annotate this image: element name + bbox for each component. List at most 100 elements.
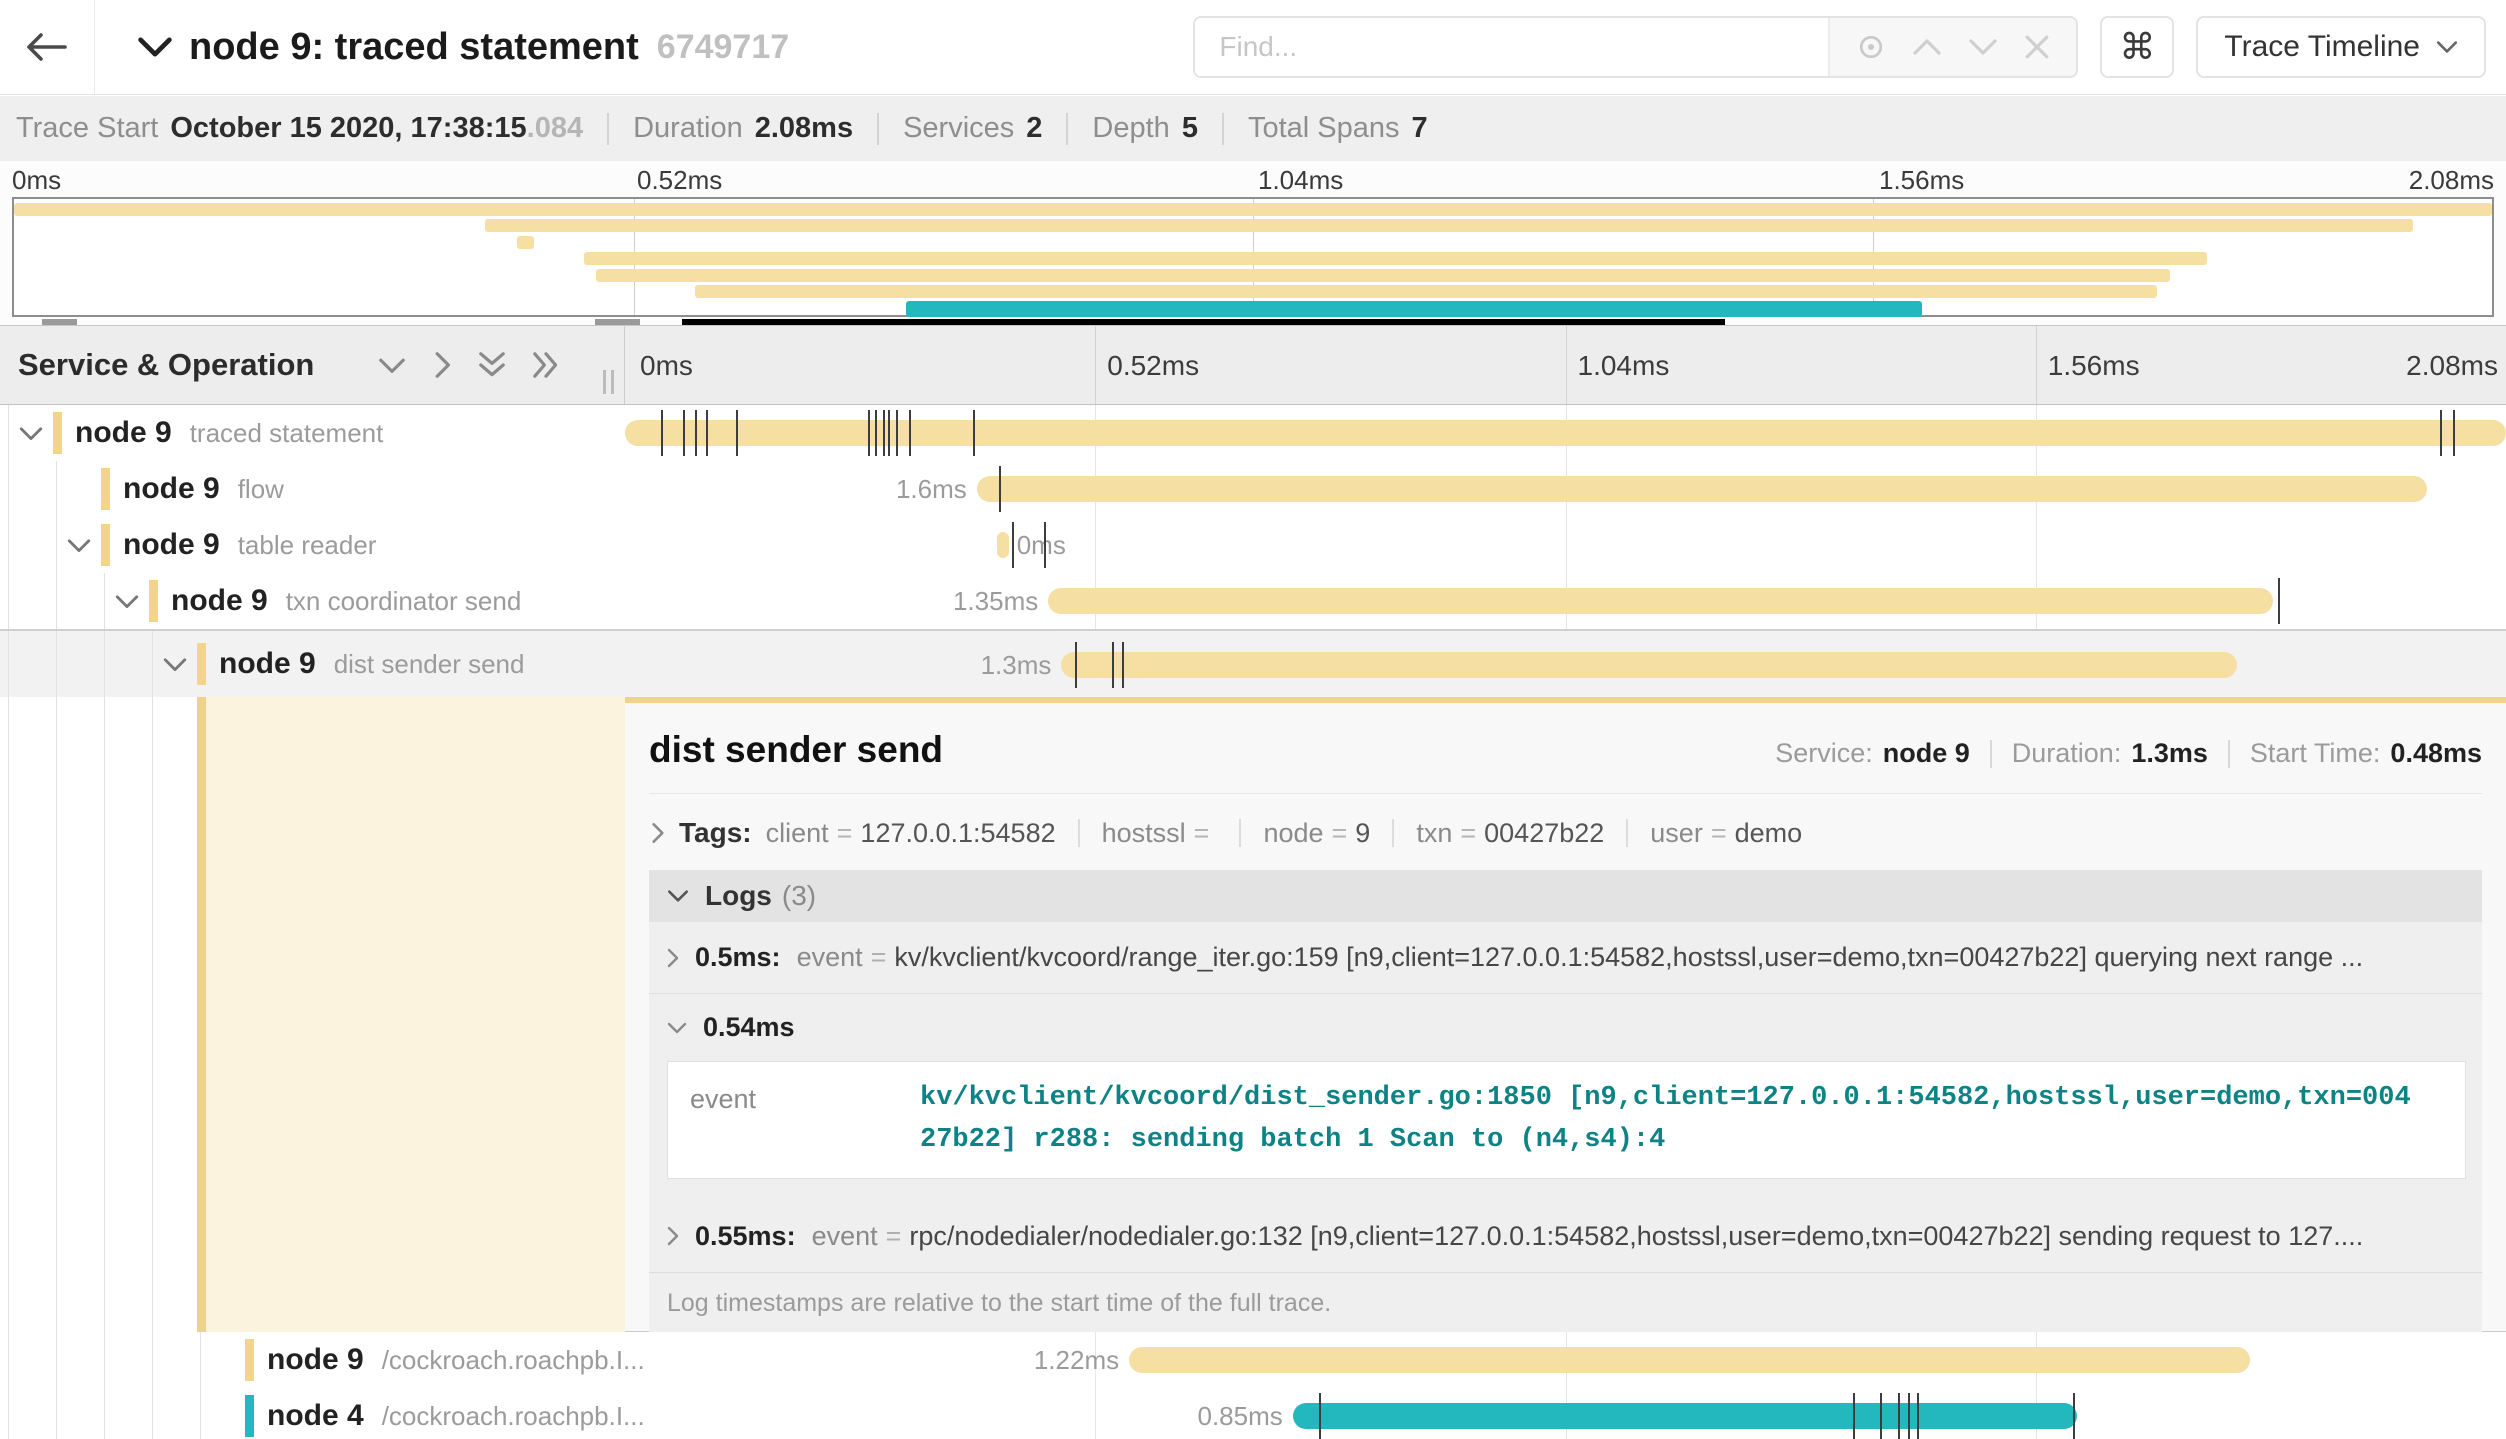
span-detail-indent-column [0,697,625,1332]
column-resizer-handle[interactable] [603,370,614,394]
indent-guide [8,1388,9,1439]
timeline-ticks-header: 0ms 0.52ms 1.04ms 1.56ms 2.08ms [625,326,2506,404]
span-duration-label: 1.22ms [1034,1332,1129,1388]
span-color-bar [245,1395,254,1437]
span-event-tick [1853,1393,1855,1439]
indent-guide [200,1388,201,1439]
span-row-table-reader[interactable]: node 9table reader 0ms [0,517,2506,573]
span-duration-bar[interactable] [1048,588,2273,614]
indent-guide [104,697,105,1332]
selected-span-highlight-column [206,697,625,1332]
span-tree-cell[interactable]: node 4/cockroach.roachpb.I... [0,1388,625,1439]
span-bar-cell[interactable] [625,405,2506,461]
span-tree-cell[interactable]: node 9dist sender send [0,631,625,697]
log-field-key: event [668,1078,920,1162]
find-previous-button[interactable] [1912,36,1942,58]
trace-start-value: October 15 2020, 17:38:15 [170,112,526,145]
tag-value: 127.0.0.1:54582 [860,818,1055,849]
span-tree-cell[interactable]: node 9table reader [0,517,625,573]
logs-section: Logs (3) 0.5ms: event = kv/kvclient/kvco… [649,870,2482,1334]
span-row-node4-rpc[interactable]: node 4/cockroach.roachpb.I... 0.85ms [0,1388,2506,1439]
minimap-tick: 1.56ms [1879,165,1964,196]
span-row-traced-statement[interactable]: node 9traced statement [0,405,2506,461]
log-field-key: event [812,1221,878,1252]
log-entry-row-expanded[interactable]: 0.54ms [649,994,2482,1057]
tag-value: 00427b22 [1484,818,1604,849]
log-entry-row[interactable]: 0.5ms: event = kv/kvclient/kvcoord/range… [649,922,2482,994]
services-label: Services [903,112,1014,145]
log-entry-row[interactable]: 0.55ms: event = rpc/nodedialer/nodediale… [649,1201,2482,1272]
duration-label: Duration: [2012,738,2122,769]
span-bar-cell[interactable]: 0.85ms [625,1388,2506,1439]
chevron-down-icon[interactable] [65,535,93,555]
span-tree-cell[interactable]: node 9traced statement [0,405,625,461]
span-row-txn-coordinator-send[interactable]: node 9txn coordinator send 1.35ms [0,573,2506,629]
match-case-icon[interactable] [1856,32,1886,62]
collapse-all-icon[interactable] [476,349,508,381]
span-event-tick [1122,642,1124,688]
back-button[interactable] [0,0,95,94]
span-duration-bar[interactable] [977,476,2427,502]
indent-guide [8,517,9,573]
span-tree-cell[interactable]: node 9txn coordinator send [0,573,625,629]
span-duration-bar[interactable] [1293,1403,2077,1429]
start-time-value: 0.48ms [2390,738,2482,769]
span-bar-cell[interactable]: 1.22ms [625,1332,2506,1388]
tags-toggle-row[interactable]: Tags: client=127.0.0.1:54582 hostssl= no… [649,810,2482,856]
span-duration-bar[interactable] [1061,652,2237,678]
span-duration-bar[interactable] [997,532,1008,558]
timeline-tick: 1.56ms [2048,350,2140,382]
keyboard-shortcuts-button[interactable]: ⌘ [2100,16,2174,78]
span-color-bar [197,643,206,685]
log-fields-table: event kv/kvclient/kvcoord/dist_sender.go… [667,1061,2466,1179]
clear-find-button[interactable] [2024,34,2050,60]
span-tree-cell[interactable]: node 9flow [0,461,625,517]
logs-count: (3) [782,880,816,912]
span-event-tick [1908,1393,1910,1439]
tag-key: hostssl [1102,818,1186,849]
span-duration-bar[interactable] [625,420,2506,446]
span-duration-bar[interactable] [1129,1347,2250,1373]
span-event-tick [2073,1393,2075,1439]
log-timestamp: 0.55ms: [695,1221,796,1252]
trace-start-ms-suffix: .084 [527,112,583,145]
expand-one-icon[interactable] [430,349,454,381]
indent-guide [8,573,9,629]
expand-all-icon[interactable] [530,349,562,381]
tag-value: demo [1735,818,1803,849]
timeline-tick: 0ms [640,350,693,382]
minimap-tick: 0ms [12,165,61,196]
span-bar-cell[interactable]: 1.6ms [625,461,2506,517]
minimap-canvas[interactable] [12,197,2494,317]
indent-guide [56,1332,57,1388]
chevron-down-icon [137,34,173,60]
span-event-tick [999,466,1001,512]
trace-view-label: Trace Timeline [2224,30,2420,64]
chevron-down-icon[interactable] [161,654,189,674]
collapse-one-icon[interactable] [376,349,408,381]
service-operation-title: Service & Operation [18,347,314,383]
span-bar-cell[interactable]: 1.35ms [625,573,2506,629]
service-operation-header: Service & Operation [0,326,625,404]
chevron-down-icon [665,887,691,905]
trace-view-selector[interactable]: Trace Timeline [2196,16,2486,78]
logs-toggle-header[interactable]: Logs (3) [649,870,2482,922]
span-row-node9-rpc[interactable]: node 9/cockroach.roachpb.I... 1.22ms [0,1332,2506,1388]
collapse-trace-header-button[interactable] [137,34,173,60]
span-bar-cell[interactable]: 1.3ms [625,631,2506,697]
span-event-tick [896,410,898,456]
span-row-dist-sender-send[interactable]: node 9dist sender send 1.3ms [0,629,2506,697]
chevron-down-icon[interactable] [113,591,141,611]
indent-guide [8,1332,9,1388]
span-event-tick [883,410,885,456]
chevron-down-icon[interactable] [17,423,45,443]
find-next-button[interactable] [1968,36,1998,58]
span-row-flow[interactable]: node 9flow 1.6ms [0,461,2506,517]
chevron-down-icon [2436,39,2458,55]
trace-minimap: 0ms 0.52ms 1.04ms 1.56ms 2.08ms [0,161,2506,325]
span-bar-cell[interactable]: 0ms [625,517,2506,573]
indent-guide [104,1332,105,1388]
find-input[interactable] [1195,18,1828,76]
span-duration-label: 0ms [1009,517,1066,573]
span-tree-cell[interactable]: node 9/cockroach.roachpb.I... [0,1332,625,1388]
